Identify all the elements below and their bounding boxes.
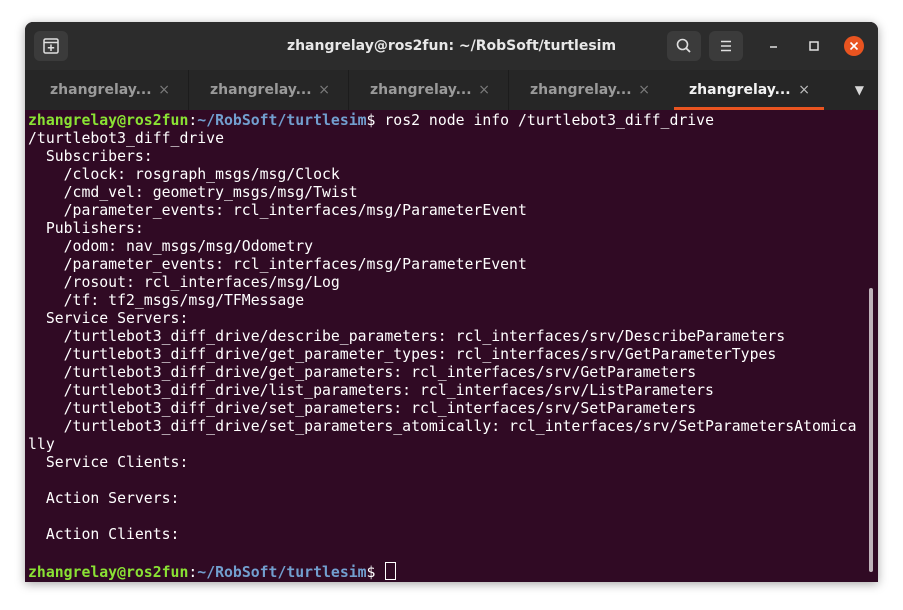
output-line: lly	[28, 436, 55, 453]
output-line: /turtlebot3_diff_drive	[28, 130, 224, 147]
minimize-icon	[770, 46, 777, 48]
text-cursor	[385, 562, 397, 580]
tab-close-icon[interactable]: ×	[478, 70, 490, 110]
terminal-window: zhangrelay@ros2fun: ~/RobSoft/turtlesim	[25, 22, 878, 582]
output-line: /turtlebot3_diff_drive/list_parameters: …	[28, 382, 714, 399]
tab-close-icon[interactable]: ×	[798, 70, 810, 110]
tab-label: zhangrelay...	[370, 82, 472, 98]
command-output: /turtlebot3_diff_drive Subscribers: /clo…	[28, 130, 857, 562]
output-line: /rosout: rcl_interfaces/msg/Log	[28, 274, 340, 291]
tab-label: zhangrelay...	[689, 82, 791, 98]
tab-active[interactable]: zhangrelay... ×	[674, 70, 834, 110]
tab[interactable]: zhangrelay... ×	[348, 70, 508, 110]
terminal-area[interactable]: zhangrelay@ros2fun:~/RobSoft/turtlesim$ …	[25, 110, 878, 582]
title-bar: zhangrelay@ros2fun: ~/RobSoft/turtlesim	[25, 22, 878, 70]
prompt-user: zhangrelay@ros2fun	[28, 112, 189, 129]
output-line: /turtlebot3_diff_drive/get_parameter_typ…	[28, 346, 777, 363]
command-text: ros2 node info /turtlebot3_diff_drive	[384, 112, 714, 129]
output-line: /parameter_events: rcl_interfaces/msg/Pa…	[28, 202, 527, 219]
output-line: Action Servers:	[28, 490, 180, 507]
output-line: /turtlebot3_diff_drive/set_parameters: r…	[28, 400, 697, 417]
search-button[interactable]	[667, 31, 701, 61]
output-line: /tf: tf2_msgs/msg/TFMessage	[28, 292, 305, 309]
output-line: /turtlebot3_diff_drive/set_parameters_at…	[28, 418, 857, 435]
menu-button[interactable]	[709, 31, 743, 61]
tab-close-icon[interactable]: ×	[638, 70, 650, 110]
current-prompt-line[interactable]: zhangrelay@ros2fun:~/RobSoft/turtlesim$	[28, 562, 857, 581]
output-line: /turtlebot3_diff_drive/describe_paramete…	[28, 328, 786, 345]
output-line: Action Clients:	[28, 526, 180, 543]
prompt-user: zhangrelay@ros2fun	[28, 564, 189, 581]
tab[interactable]: zhangrelay... ×	[188, 70, 348, 110]
prompt-symbol: $	[366, 564, 385, 581]
tab[interactable]: zhangrelay... ×	[508, 70, 668, 110]
prompt-colon: :	[188, 564, 198, 581]
window-title: zhangrelay@ros2fun: ~/RobSoft/turtlesim	[286, 38, 617, 54]
prompt-path: ~/RobSoft/turtlesim	[197, 564, 367, 581]
tab-list-dropdown-icon[interactable]: ▼	[855, 70, 864, 110]
scrollbar[interactable]	[869, 288, 873, 572]
maximize-icon	[809, 41, 819, 51]
minimize-button[interactable]	[763, 35, 785, 57]
tab-label: zhangrelay...	[210, 82, 312, 98]
tab-close-icon[interactable]: ×	[158, 70, 170, 110]
prompt-colon: :	[188, 112, 198, 129]
output-line: /cmd_vel: geometry_msgs/msg/Twist	[28, 184, 358, 201]
output-line: /odom: nav_msgs/msg/Odometry	[28, 238, 314, 255]
tab-label: zhangrelay...	[530, 82, 632, 98]
maximize-button[interactable]	[803, 35, 825, 57]
command-line: zhangrelay@ros2fun:~/RobSoft/turtlesim$ …	[28, 112, 857, 130]
tab-close-icon[interactable]: ×	[318, 70, 330, 110]
tab-label: zhangrelay...	[50, 82, 152, 98]
output-line: Subscribers:	[28, 148, 153, 165]
hamburger-menu-icon	[721, 40, 731, 52]
prompt-path: ~/RobSoft/turtlesim	[197, 112, 367, 129]
output-line: /parameter_events: rcl_interfaces/msg/Pa…	[28, 256, 527, 273]
output-line: Service Servers:	[28, 310, 189, 327]
output-line: Service Clients:	[28, 454, 189, 471]
search-icon	[676, 38, 691, 53]
tab[interactable]: zhangrelay... ×	[28, 70, 188, 110]
close-button[interactable]	[843, 35, 865, 57]
output-line: /clock: rosgraph_msgs/msg/Clock	[28, 166, 340, 183]
output-line: /turtlebot3_diff_drive/get_parameters: r…	[28, 364, 697, 381]
output-line: Publishers:	[28, 220, 144, 237]
close-icon	[844, 36, 864, 56]
prompt-symbol: $	[366, 112, 385, 129]
tab-bar: zhangrelay... × zhangrelay... × zhangrel…	[25, 70, 878, 110]
terminal-output: zhangrelay@ros2fun:~/RobSoft/turtlesim$ …	[28, 112, 857, 581]
